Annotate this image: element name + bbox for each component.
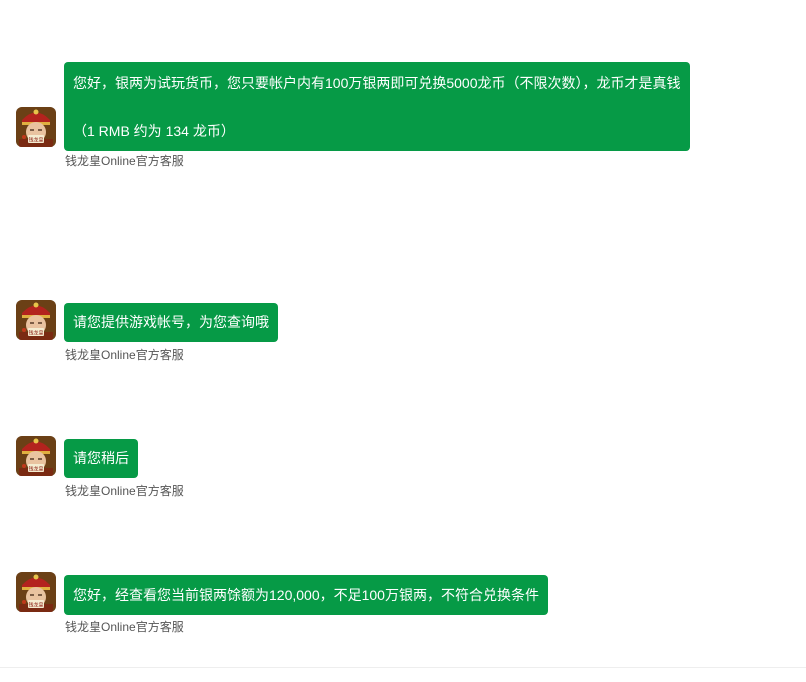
message-text: 您好，经查看您当前银两馀额为120,000，不足100万银两，不符合兑换条件 — [73, 587, 539, 603]
emperor-avatar-icon: 钱龙皇 — [16, 436, 56, 476]
sender-name: 钱龙皇Online官方客服 — [65, 484, 184, 498]
chat-message: 钱龙皇 请您稍后 钱龙皇Online官方客服 — [16, 436, 216, 506]
message-text: 请您稍后 — [73, 450, 129, 466]
message-bubble: 您好，经查看您当前银两馀额为120,000，不足100万银两，不符合兑换条件 — [64, 575, 548, 615]
emperor-avatar-icon: 钱龙皇 — [16, 300, 56, 340]
chat-message: 钱龙皇 您好，经查看您当前银两馀额为120,000，不足100万银两，不符合兑换… — [16, 572, 596, 642]
chat-message: 钱龙皇 请您提供游戏帐号，为您查询哦 钱龙皇Online官方客服 — [16, 300, 316, 370]
svg-text:钱龙皇: 钱龙皇 — [28, 137, 43, 144]
sender-name: 钱龙皇Online官方客服 — [65, 620, 184, 634]
emperor-avatar-icon: 钱龙皇 — [16, 572, 56, 612]
message-text: （1 RMB 约为 134 龙币） — [73, 123, 235, 139]
message-bubble: 请您提供游戏帐号，为您查询哦 — [64, 303, 278, 342]
message-text: 请您提供游戏帐号，为您查询哦 — [73, 314, 269, 330]
sender-name: 钱龙皇Online官方客服 — [65, 348, 184, 362]
svg-text:钱龙皇: 钱龙皇 — [28, 466, 43, 473]
message-bubble: 请您稍后 — [64, 439, 138, 478]
bottom-divider — [0, 667, 806, 668]
message-text: 您好，银两为试玩货币，您只要帐户内有100万银两即可兑换5000龙币（不限次数）… — [73, 75, 681, 91]
chat-message: 钱龙皇 您好，银两为试玩货币，您只要帐户内有100万银两即可兑换5000龙币（不… — [16, 62, 746, 172]
svg-text:钱龙皇: 钱龙皇 — [28, 602, 43, 609]
svg-text:钱龙皇: 钱龙皇 — [28, 330, 43, 337]
message-bubble: 您好，银两为试玩货币，您只要帐户内有100万银两即可兑换5000龙币（不限次数）… — [64, 62, 690, 151]
emperor-avatar-icon: 钱龙皇 — [16, 107, 56, 147]
chat-transcript: 钱龙皇 您好，银两为试玩货币，您只要帐户内有100万银两即可兑换5000龙币（不… — [0, 0, 806, 682]
sender-name: 钱龙皇Online官方客服 — [65, 154, 184, 168]
